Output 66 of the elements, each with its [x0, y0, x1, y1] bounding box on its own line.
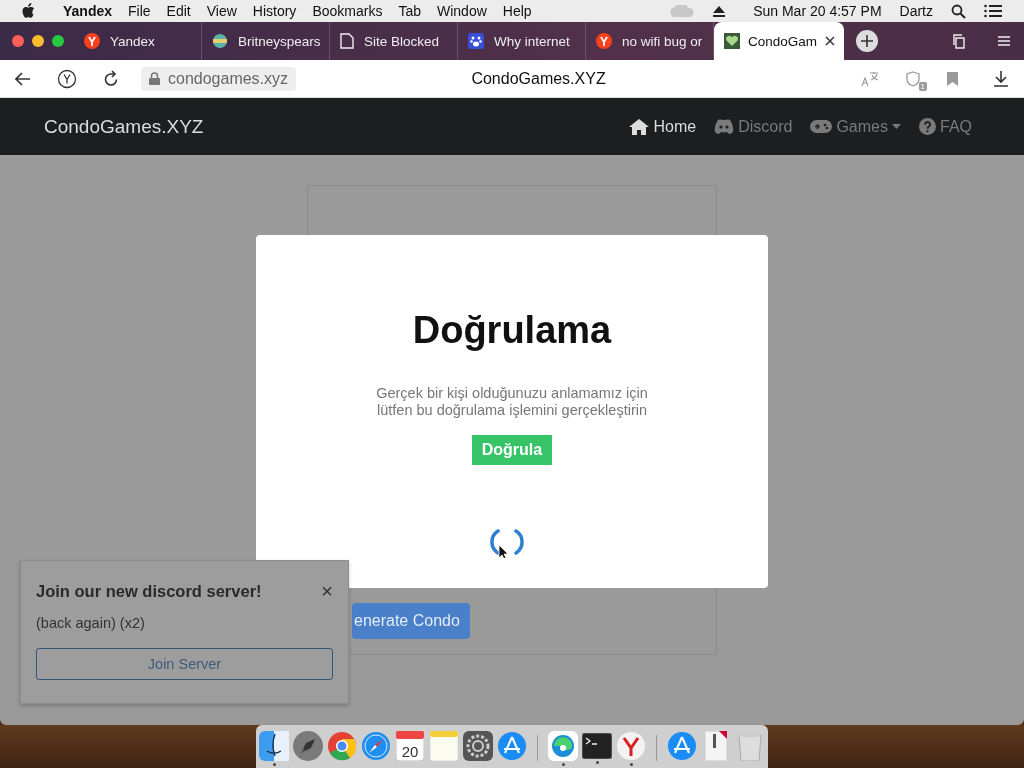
- app-store-icon[interactable]: [667, 730, 697, 761]
- menu-item[interactable]: File: [128, 3, 151, 19]
- letter-y-icon: [84, 33, 100, 49]
- menu-icon[interactable]: [998, 36, 1010, 46]
- menu-item[interactable]: Help: [502, 3, 532, 19]
- back-icon[interactable]: [15, 71, 31, 86]
- browser-icon[interactable]: [327, 730, 357, 761]
- eject-icon[interactable]: [713, 5, 726, 17]
- notification-badge: 1: [918, 81, 927, 91]
- help-icon: [919, 118, 936, 135]
- search-icon[interactable]: [951, 3, 966, 19]
- calendar-icon[interactable]: 20: [396, 730, 424, 761]
- maximize-window-button[interactable]: [52, 35, 64, 47]
- rocket-icon[interactable]: [293, 730, 323, 761]
- browser-tab[interactable]: CondoGam: [714, 22, 844, 60]
- site-brand[interactable]: CondoGames.XYZ: [44, 115, 204, 138]
- apple-icon[interactable]: [21, 3, 35, 19]
- plus-icon: [861, 35, 873, 47]
- popup-title: Join our new discord server!: [36, 581, 262, 601]
- compass-icon[interactable]: [361, 730, 391, 761]
- wave-icon[interactable]: [548, 730, 578, 761]
- document-icon[interactable]: [705, 730, 727, 761]
- popup-text: (back again) (x2): [36, 615, 146, 631]
- copy-icon[interactable]: [952, 33, 966, 49]
- user-name[interactable]: Dartz: [899, 3, 933, 19]
- minimize-window-button[interactable]: [32, 35, 44, 47]
- gamepad-icon: [810, 120, 833, 133]
- page-title: CondoGames.XYZ: [470, 69, 607, 88]
- menu-item[interactable]: View: [206, 3, 237, 19]
- reload-icon[interactable]: [103, 70, 119, 87]
- menu-item[interactable]: Bookmarks: [312, 3, 383, 19]
- translate-icon[interactable]: [861, 70, 879, 87]
- spinner-icon: [488, 526, 526, 558]
- close-button[interactable]: ×: [321, 581, 333, 601]
- nav-link[interactable]: FAQ: [919, 117, 972, 136]
- page-icon: [340, 33, 354, 49]
- home-icon: [629, 118, 650, 135]
- close-icon[interactable]: [825, 36, 836, 46]
- paw-icon: [468, 33, 484, 49]
- app-store-icon[interactable]: [497, 730, 527, 761]
- letter-y-icon: [596, 33, 612, 49]
- menu-item[interactable]: Edit: [166, 3, 191, 19]
- dialog-text: Gerçek bir kişi olduğunuzu anlamamız için lütfen bu doğrulama işlemini gerçekleştirin: [376, 385, 648, 419]
- controller-icon: [714, 119, 735, 134]
- url-field[interactable]: condogames.xyz: [141, 66, 297, 91]
- heart-icon: [724, 33, 740, 49]
- new-tab-button[interactable]: [856, 30, 878, 52]
- menu-item[interactable]: Window: [437, 3, 487, 19]
- app-menu[interactable]: Yandex: [63, 3, 113, 19]
- bookmark-icon[interactable]: [947, 71, 958, 86]
- list-icon[interactable]: [984, 4, 1002, 18]
- globe-icon: [212, 33, 228, 49]
- lock-icon: [149, 72, 160, 85]
- terminal-icon[interactable]: [582, 732, 612, 759]
- close-window-button[interactable]: [12, 35, 24, 47]
- menu-item[interactable]: History: [252, 3, 297, 19]
- letter-y-icon[interactable]: [57, 68, 77, 89]
- clock-text[interactable]: Sun Mar 20 4:57 PM: [753, 3, 882, 19]
- nav-link[interactable]: Discord: [714, 117, 793, 136]
- download-icon[interactable]: [994, 70, 1008, 87]
- settings-icon[interactable]: [463, 730, 493, 761]
- menu-item[interactable]: Tab: [398, 3, 421, 19]
- nav-link[interactable]: Home: [629, 117, 697, 136]
- dialog-title: Doğrulama: [412, 309, 612, 352]
- shield-icon[interactable]: [905, 70, 921, 87]
- nav-link[interactable]: Games: [810, 117, 901, 136]
